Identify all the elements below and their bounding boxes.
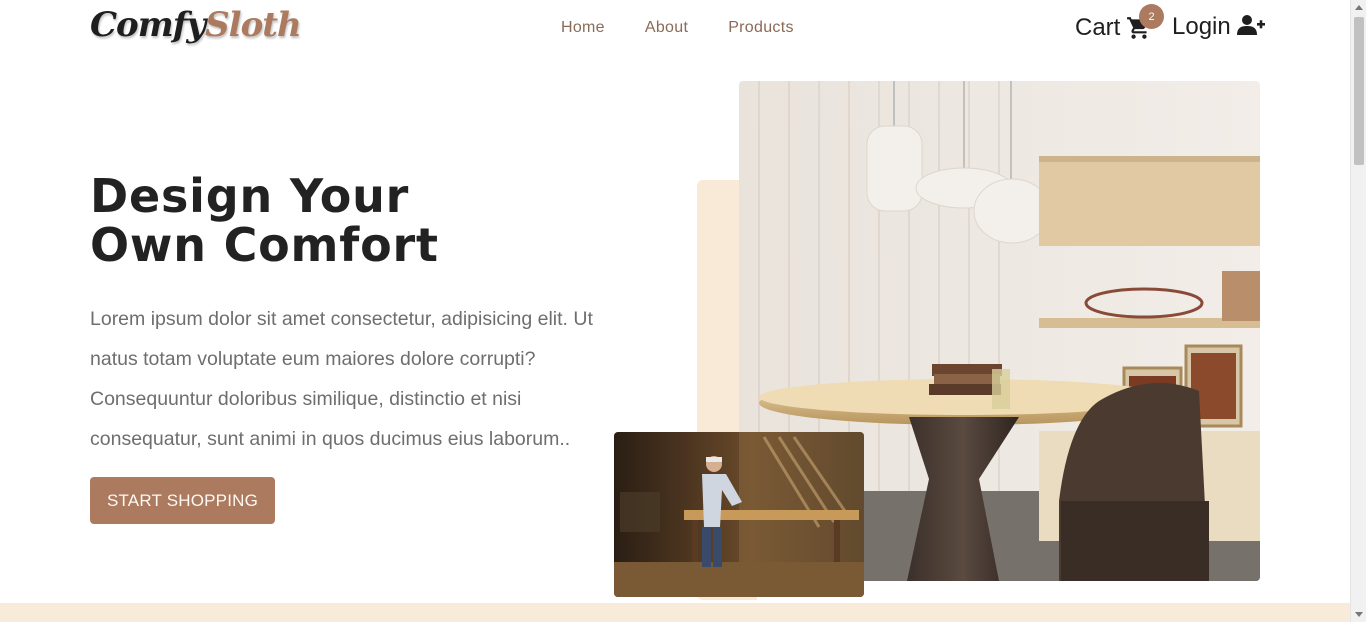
main-nav: Home About Products <box>561 19 794 37</box>
login-button[interactable]: Login <box>1172 13 1265 41</box>
page-scrollbar[interactable] <box>1350 0 1366 622</box>
logo-part-sloth: Sloth <box>205 5 302 45</box>
user-plus-icon <box>1236 14 1265 40</box>
next-section-band <box>0 603 1350 622</box>
scroll-down-arrow-icon[interactable] <box>1355 612 1363 617</box>
hero-accent-image <box>614 432 864 597</box>
login-label: Login <box>1172 13 1231 40</box>
nav-link-products[interactable]: Products <box>728 19 794 37</box>
hero-description: Lorem ipsum dolor sit amet consectetur, … <box>90 308 593 450</box>
logo[interactable]: Comfy Sloth <box>90 5 302 45</box>
cart-label: Cart <box>1075 14 1121 41</box>
nav-link-about[interactable]: About <box>645 19 688 37</box>
hero-title-line1: Design Your <box>90 169 410 223</box>
nav-link-home[interactable]: Home <box>561 19 605 37</box>
logo-part-comfy: Comfy <box>90 5 206 45</box>
hero-title: Design Your Own Comfort <box>90 172 510 270</box>
start-shopping-button[interactable]: START SHOPPING <box>90 477 275 524</box>
scroll-up-arrow-icon[interactable] <box>1355 5 1363 10</box>
cart-count-badge: 2 <box>1139 4 1164 29</box>
scroll-thumb[interactable] <box>1354 17 1364 165</box>
hero-title-line2: Own Comfort <box>90 218 439 272</box>
